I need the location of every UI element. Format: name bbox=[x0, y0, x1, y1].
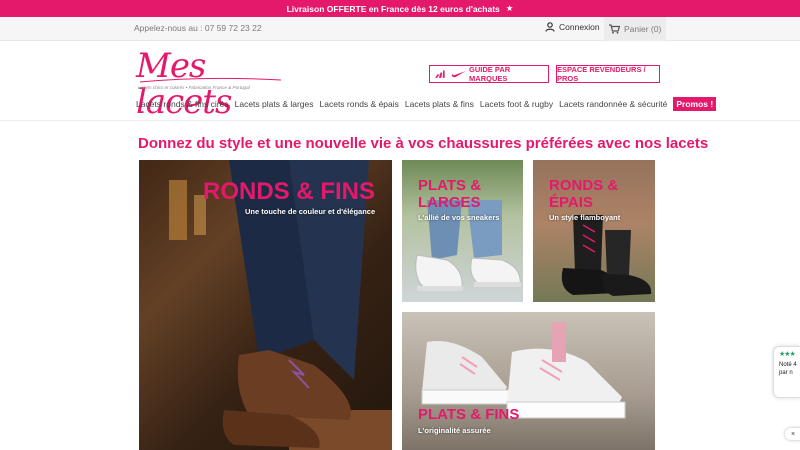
category-tile-ronds-fins[interactable]: RONDS & FINS Une touche de couleur et d'… bbox=[139, 160, 392, 450]
site-logo[interactable]: Mes lacets Lacets chics et colorés • Fab… bbox=[136, 48, 286, 120]
contact-phone: Appelez-nous au : 07 59 72 23 22 bbox=[134, 23, 262, 33]
nav-item-ronds-fins[interactable]: Lacets ronds & fins cirés bbox=[136, 99, 229, 109]
nav-item-ronds-epais[interactable]: Lacets ronds & épais bbox=[320, 99, 399, 109]
adidas-icon bbox=[434, 70, 445, 78]
cart-icon bbox=[609, 24, 620, 34]
close-icon[interactable]: × bbox=[785, 428, 800, 440]
nike-swoosh-icon bbox=[451, 71, 466, 78]
star-icon: ★ bbox=[505, 3, 514, 13]
user-icon bbox=[545, 22, 555, 32]
review-rating-text: Noté 4 bbox=[779, 362, 797, 368]
tile-title: PLATS & FINS bbox=[418, 406, 520, 423]
resellers-button[interactable]: ESPACE REVENDEURS / PROS bbox=[556, 65, 660, 83]
cart-label: Panier (0) bbox=[624, 24, 662, 34]
category-tile-plats-fins[interactable]: PLATS & FINS L'originalité assurée bbox=[402, 312, 655, 450]
logo-tagline: Lacets chics et colorés • Fabrication Fr… bbox=[138, 85, 250, 90]
promo-banner-text: Livraison OFFERTE en France dès 12 euros… bbox=[286, 3, 500, 14]
top-bar: Appelez-nous au : 07 59 72 23 22 Connexi… bbox=[0, 17, 800, 41]
tile-subtitle: L'originalité assurée bbox=[418, 426, 491, 435]
main-nav: Lacets ronds & fins cirés Lacets plats &… bbox=[136, 96, 717, 112]
tile-title-line2: ÉPAIS bbox=[549, 194, 593, 211]
tile-title-line1: PLATS & bbox=[418, 177, 482, 194]
tile-title-line2: LARGES bbox=[418, 194, 481, 211]
page-headline: Donnez du style et une nouvelle vie à vo… bbox=[138, 135, 709, 152]
tile-title-line1: RONDS & bbox=[549, 177, 619, 194]
promo-banner: Livraison OFFERTE en France dès 12 euros… bbox=[0, 0, 800, 17]
login-label: Connexion bbox=[559, 22, 600, 32]
nav-item-foot-rugby[interactable]: Lacets foot & rugby bbox=[480, 99, 553, 109]
rating-stars: ★★★ bbox=[779, 351, 796, 358]
login-link[interactable]: Connexion bbox=[545, 22, 600, 32]
brand-guide-button[interactable]: GUIDE PAR MARQUES bbox=[429, 65, 549, 83]
nav-item-plats-fins[interactable]: Lacets plats & fins bbox=[405, 99, 474, 109]
category-tile-plats-larges[interactable]: PLATS & LARGES L'allié de vos sneakers bbox=[402, 160, 523, 302]
cart-button[interactable]: Panier (0) bbox=[604, 17, 667, 41]
brand-guide-label: GUIDE PAR MARQUES bbox=[469, 65, 511, 83]
nav-item-plats-larges[interactable]: Lacets plats & larges bbox=[235, 99, 314, 109]
tile-subtitle: L'allié de vos sneakers bbox=[418, 213, 500, 222]
review-widget[interactable]: ★★★ Noté 4 par n bbox=[773, 346, 800, 398]
review-count-text: par n bbox=[779, 370, 793, 376]
tile-title: RONDS & FINS bbox=[203, 178, 376, 205]
tile-subtitle: Un style flamboyant bbox=[549, 213, 621, 222]
tile-subtitle: Une touche de couleur et d'élégance bbox=[245, 207, 376, 216]
resellers-label: ESPACE REVENDEURS / PROS bbox=[557, 65, 646, 83]
category-tile-ronds-epais[interactable]: RONDS & ÉPAIS Un style flamboyant bbox=[533, 160, 655, 302]
nav-item-promos[interactable]: Promos ! bbox=[673, 97, 717, 111]
header-divider bbox=[0, 120, 800, 121]
nav-item-randonnee[interactable]: Lacets randonnée & sécurité bbox=[559, 99, 667, 109]
